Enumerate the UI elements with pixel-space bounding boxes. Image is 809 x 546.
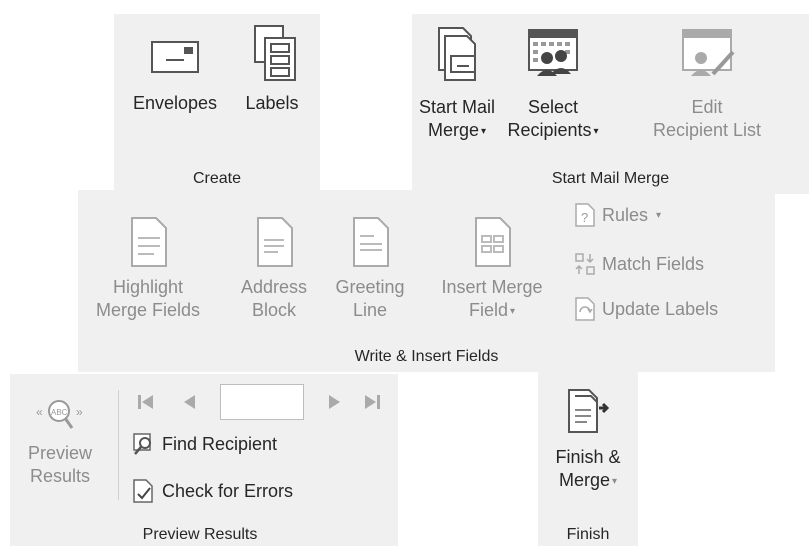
- edit-recipient-list-line1: Edit: [691, 97, 723, 117]
- greeting-line2: Line: [352, 300, 388, 320]
- find-recipient-icon: [133, 433, 151, 455]
- select-recipients-dropdown-icon: ▾: [593, 125, 599, 137]
- last-record-icon: [365, 395, 380, 409]
- update-labels-icon: [575, 297, 595, 321]
- rules-icon: ?: [575, 203, 595, 227]
- rules-dropdown-icon: ▾: [656, 209, 662, 221]
- check-for-errors-button[interactable]: Check for Errors: [132, 478, 293, 504]
- address-line1: Address: [240, 277, 308, 297]
- envelopes-label: Envelopes: [132, 93, 218, 113]
- match-fields-label: Match Fields: [602, 253, 705, 274]
- envelopes-button[interactable]: Envelopes: [120, 30, 230, 115]
- svg-text:?: ?: [581, 210, 588, 225]
- address-line2: Block: [251, 300, 296, 320]
- insert-merge-field-icon: [475, 217, 511, 267]
- preview-results-group-label: Preview Results: [142, 526, 258, 543]
- preview-line2: Results: [29, 466, 91, 486]
- insert-merge-field-dropdown-icon: ▾: [509, 305, 516, 317]
- start-mail-merge-group-label: Start Mail Merge: [551, 170, 670, 187]
- svg-text:»: »: [76, 405, 83, 419]
- rules-label: Rules: [602, 204, 649, 225]
- previous-record-icon: [184, 395, 195, 409]
- start-mail-merge-line2: Merge: [427, 120, 479, 140]
- labels-label: Labels: [245, 93, 299, 113]
- labels-button[interactable]: Labels: [232, 22, 312, 115]
- first-record-icon: [138, 395, 153, 409]
- abc-text: ABC: [51, 408, 68, 417]
- envelope-icon: [151, 41, 199, 73]
- start-mail-merge-dropdown-icon: ▾: [481, 125, 487, 137]
- greeting-line1: Greeting: [335, 277, 405, 297]
- highlight-line1: Highlight: [112, 277, 184, 297]
- insert-merge-line1: Insert Merge: [441, 277, 543, 297]
- next-record-icon: [329, 395, 340, 409]
- address-block-button[interactable]: Address Block: [226, 216, 322, 322]
- select-recipients-line2: Recipients: [507, 120, 592, 140]
- finish-line2: Merge: [558, 470, 610, 490]
- record-number-input[interactable]: [220, 384, 304, 420]
- highlight-merge-fields-icon: [131, 217, 167, 267]
- check-for-errors-icon: [133, 479, 153, 503]
- preview-results-icon: « » ABC: [36, 400, 83, 429]
- create-group-label: Create: [192, 170, 242, 187]
- greeting-line-button[interactable]: Greeting Line: [320, 216, 420, 322]
- find-recipient-label: Find Recipient: [162, 433, 278, 454]
- previous-record-button[interactable]: [180, 392, 200, 417]
- update-labels-label: Update Labels: [602, 298, 719, 319]
- last-record-button[interactable]: [362, 392, 384, 417]
- highlight-line2: Merge Fields: [95, 300, 201, 320]
- finish-merge-dropdown-icon: ▾: [612, 475, 618, 487]
- edit-recipient-list-icon: [682, 29, 735, 76]
- preview-line1: Preview: [27, 443, 93, 463]
- first-record-button[interactable]: [136, 392, 156, 417]
- write-insert-fields-group-label: Write & Insert Fields: [354, 348, 499, 365]
- start-mail-merge-button[interactable]: Start Mail Merge ▾: [412, 24, 502, 143]
- greeting-line-icon: [353, 217, 389, 267]
- insert-merge-field-button[interactable]: Insert Merge Field ▾: [422, 216, 562, 323]
- find-recipient-button[interactable]: Find Recipient: [132, 432, 277, 456]
- select-recipients-line1: Select: [527, 97, 579, 117]
- match-fields-icon: [575, 253, 595, 275]
- select-recipients-icon: [528, 29, 578, 76]
- preview-separator: [118, 390, 119, 500]
- highlight-merge-fields-button[interactable]: Highlight Merge Fields: [84, 216, 212, 322]
- next-record-button[interactable]: [324, 392, 344, 417]
- rules-button[interactable]: ? Rules ▾: [574, 202, 661, 228]
- edit-recipient-list-line2: Recipient List: [652, 120, 762, 140]
- select-recipients-button[interactable]: Select Recipients ▾: [503, 24, 603, 143]
- edit-recipient-list-button[interactable]: Edit Recipient List: [607, 24, 807, 142]
- start-mail-merge-line1: Start Mail: [418, 97, 496, 117]
- finish-merge-icon: [568, 389, 610, 433]
- preview-results-button[interactable]: « » ABC Preview Results: [14, 394, 106, 488]
- labels-icon: [254, 25, 296, 81]
- finish-line1: Finish &: [555, 447, 621, 467]
- start-mail-merge-icon: [438, 27, 476, 81]
- check-for-errors-label: Check for Errors: [162, 480, 294, 501]
- insert-merge-line2: Field: [468, 300, 508, 320]
- address-block-icon: [257, 217, 293, 267]
- svg-text:«: «: [36, 405, 43, 419]
- update-labels-button[interactable]: Update Labels: [574, 296, 718, 322]
- match-fields-button[interactable]: Match Fields: [574, 252, 704, 276]
- finish-group-label: Finish: [566, 526, 610, 543]
- finish-merge-button[interactable]: Finish & Merge ▾: [538, 386, 638, 493]
